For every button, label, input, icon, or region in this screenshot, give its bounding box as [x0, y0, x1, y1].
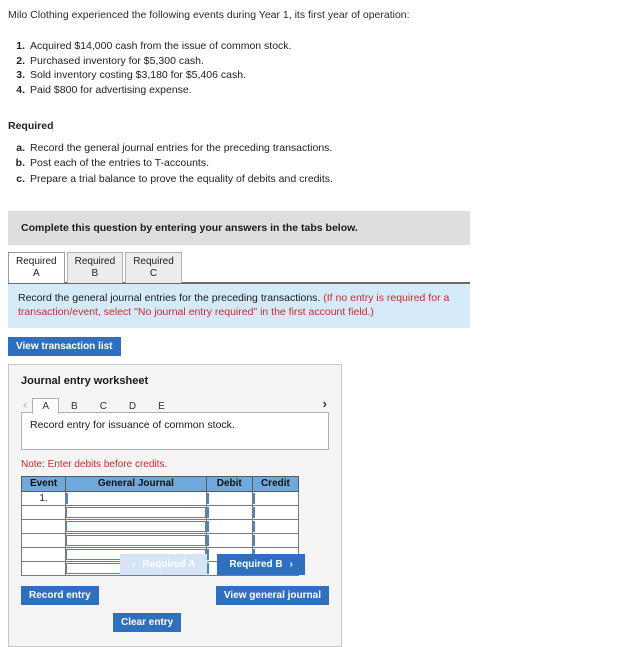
- worksheet-description: Record entry for issuance of common stoc…: [21, 411, 329, 450]
- requirement-text: Prepare a trial balance to prove the equ…: [30, 172, 333, 185]
- column-header-general-journal: General Journal: [65, 475, 207, 492]
- chevron-right-icon: ›: [289, 559, 293, 570]
- table-row: [20, 518, 300, 534]
- chevron-left-icon[interactable]: ‹: [21, 398, 32, 413]
- instruction-banner: Record the general journal entries for t…: [8, 283, 470, 328]
- list-item: c. Prepare a trial balance to prove the …: [8, 172, 643, 187]
- view-transaction-list-wrap: View transaction list: [8, 336, 643, 356]
- worksheet-buttons-row-1: Record entry View general journal: [21, 585, 329, 605]
- view-transaction-list-button[interactable]: View transaction list: [8, 336, 121, 356]
- credit-cell[interactable]: [251, 532, 300, 548]
- event-cell: [20, 518, 67, 534]
- general-journal-cell[interactable]: [65, 532, 207, 548]
- event-cell: [20, 560, 67, 576]
- event-number: 1.: [16, 39, 25, 52]
- account-input[interactable]: [66, 534, 206, 546]
- account-input[interactable]: [66, 492, 206, 504]
- debit-cell[interactable]: [205, 490, 253, 506]
- column-header-debit: Debit: [205, 475, 253, 492]
- credit-input[interactable]: [252, 506, 298, 518]
- table-row: [20, 504, 300, 520]
- event-cell: 1.: [20, 490, 67, 506]
- event-text: Sold inventory costing $3,180 for $5,406…: [30, 69, 246, 82]
- credit-input[interactable]: [252, 520, 298, 532]
- debit-input[interactable]: [206, 492, 252, 504]
- list-item: 2. Purchased inventory for $5,300 cash.: [8, 54, 643, 69]
- complete-question-banner: Complete this question by entering your …: [8, 210, 470, 245]
- general-journal-cell[interactable]: [65, 504, 207, 520]
- worksheet-letter-tabs: ‹ A B C D E ›: [21, 396, 329, 414]
- record-entry-button[interactable]: Record entry: [21, 585, 99, 605]
- prev-button-label: Required A: [142, 559, 196, 570]
- event-cell: [20, 546, 67, 562]
- debit-input[interactable]: [206, 520, 252, 532]
- worksheet-tab-e[interactable]: E: [148, 398, 175, 414]
- table-row: 1.: [20, 490, 300, 506]
- account-input[interactable]: [66, 506, 206, 518]
- worksheet-title: Journal entry worksheet: [21, 374, 149, 387]
- general-journal-cell[interactable]: [65, 518, 207, 534]
- list-item: a. Record the general journal entries fo…: [8, 141, 643, 156]
- worksheet-tab-d[interactable]: D: [119, 398, 146, 414]
- event-cell: [20, 532, 67, 548]
- chevron-right-icon[interactable]: ›: [321, 397, 329, 412]
- credit-input[interactable]: [252, 492, 298, 504]
- instruction-main: Record the general journal entries for t…: [18, 291, 324, 304]
- clear-entry-button[interactable]: Clear entry: [113, 612, 182, 632]
- tab-required-b[interactable]: Required B: [66, 251, 124, 283]
- view-general-journal-button[interactable]: View general journal: [215, 585, 329, 605]
- problem-intro: Milo Clothing experienced the following …: [8, 9, 410, 21]
- credit-input[interactable]: [252, 534, 298, 546]
- journal-entry-worksheet-panel: Journal entry worksheet ‹ A B C D E › Re…: [8, 363, 342, 647]
- event-number: 4.: [16, 84, 25, 97]
- worksheet-tab-a[interactable]: A: [32, 397, 60, 414]
- credit-cell[interactable]: [251, 490, 300, 506]
- column-header-event: Event: [20, 475, 67, 492]
- debit-cell[interactable]: [205, 518, 253, 534]
- credit-cell[interactable]: [251, 518, 300, 534]
- worksheet-tab-c[interactable]: C: [90, 398, 117, 414]
- tab-required-c[interactable]: Required C: [125, 251, 182, 283]
- list-item: 4. Paid $800 for advertising expense.: [8, 83, 643, 98]
- column-header-credit: Credit: [251, 475, 300, 492]
- required-tabs: Required A Required B Required C: [8, 251, 470, 284]
- chevron-left-icon: ‹: [132, 559, 136, 570]
- requirement-letter: c.: [16, 172, 25, 185]
- required-list: a. Record the general journal entries fo…: [8, 141, 643, 187]
- debit-input[interactable]: [206, 534, 252, 546]
- event-text: Acquired $14,000 cash from the issue of …: [30, 39, 292, 52]
- debits-before-credits-note: Note: Enter debits before credits.: [21, 458, 168, 470]
- requirement-letter: b.: [15, 157, 25, 170]
- requirement-letter: a.: [16, 142, 25, 155]
- required-heading: Required: [8, 120, 54, 133]
- event-cell: [20, 504, 67, 520]
- requirement-text: Record the general journal entries for t…: [30, 142, 333, 155]
- credit-cell[interactable]: [251, 504, 300, 520]
- event-text: Purchased inventory for $5,300 cash.: [30, 54, 204, 67]
- table-header-row: Event General Journal Debit Credit: [20, 475, 300, 492]
- requirement-text: Post each of the entries to T-accounts.: [30, 157, 209, 170]
- account-input[interactable]: [66, 520, 206, 532]
- bottom-navigation: ‹ Required A Required B ›: [120, 554, 305, 575]
- event-list: 1. Acquired $14,000 cash from the issue …: [8, 39, 643, 99]
- prev-required-a-button[interactable]: ‹ Required A: [120, 554, 208, 575]
- debit-cell[interactable]: [205, 532, 253, 548]
- list-item: 1. Acquired $14,000 cash from the issue …: [8, 39, 643, 54]
- general-journal-cell[interactable]: [65, 490, 207, 506]
- next-button-label: Required B: [229, 559, 283, 570]
- debit-cell[interactable]: [205, 504, 253, 520]
- list-item: b. Post each of the entries to T-account…: [8, 156, 643, 171]
- event-number: 3.: [16, 69, 25, 82]
- tab-required-a[interactable]: Required A: [8, 251, 65, 283]
- event-number: 2.: [16, 54, 25, 67]
- next-required-b-button[interactable]: Required B ›: [217, 554, 305, 575]
- worksheet-buttons-row-2: Clear entry: [21, 612, 329, 632]
- list-item: 3. Sold inventory costing $3,180 for $5,…: [8, 68, 643, 83]
- worksheet-tab-b[interactable]: B: [61, 398, 88, 414]
- event-text: Paid $800 for advertising expense.: [30, 84, 192, 97]
- debit-input[interactable]: [206, 506, 252, 518]
- table-row: [20, 532, 300, 548]
